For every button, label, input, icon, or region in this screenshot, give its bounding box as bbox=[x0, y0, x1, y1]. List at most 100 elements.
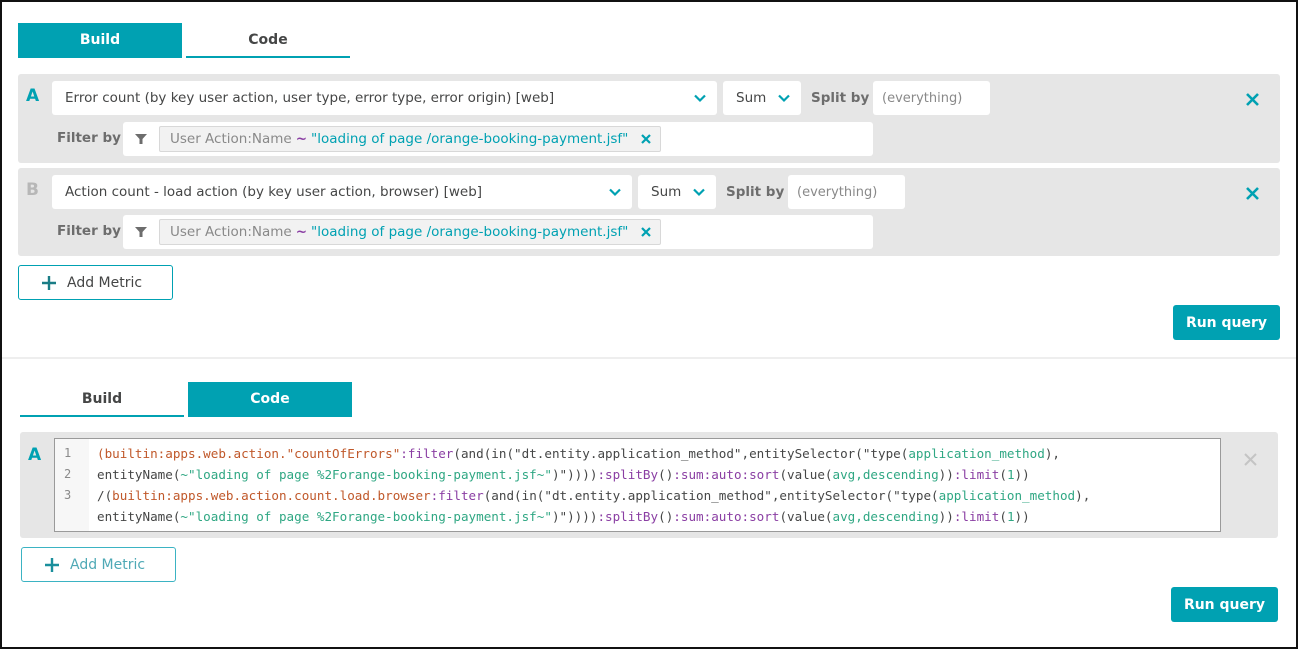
filter-value: "loading of page /orange-booking-payment… bbox=[311, 224, 629, 240]
code-token: entityName( bbox=[97, 509, 181, 524]
code-token: )) bbox=[938, 509, 954, 524]
code-token: :sum:auto:sort bbox=[673, 467, 780, 482]
code-token: ( bbox=[999, 467, 1007, 482]
add-metric-button[interactable]: Add Metric bbox=[18, 265, 173, 300]
split-by-placeholder: (everything) bbox=[797, 184, 878, 200]
code-text: entityName(~"loading of page %2Forange-b… bbox=[97, 506, 1030, 527]
metric-select[interactable]: Error count (by key user action, user ty… bbox=[52, 81, 717, 115]
aggregation-value: Sum bbox=[736, 90, 767, 106]
close-icon[interactable] bbox=[1245, 92, 1260, 107]
chevron-down-icon bbox=[778, 94, 790, 103]
code-token: )")))) bbox=[551, 509, 598, 524]
filter-by-label: Filter by bbox=[57, 130, 121, 146]
split-by-input[interactable]: (everything) bbox=[788, 175, 905, 209]
aggregation-select[interactable]: Sum bbox=[638, 175, 716, 209]
code-token: ( bbox=[999, 509, 1007, 524]
chevron-down-icon bbox=[694, 94, 706, 103]
code-token: (and(in("dt.entity.application_method",e… bbox=[453, 446, 909, 461]
code-token: ( bbox=[97, 446, 105, 461]
code-token: :limit bbox=[953, 467, 1000, 482]
code-token: (value( bbox=[779, 467, 833, 482]
code-token: () bbox=[658, 467, 674, 482]
filter-icon bbox=[135, 227, 147, 237]
code-token: :splitBy bbox=[597, 467, 659, 482]
tab-build[interactable]: Build bbox=[18, 23, 182, 58]
close-icon[interactable] bbox=[640, 226, 652, 238]
code-token: application_method bbox=[908, 446, 1045, 461]
metric-row-a: A Error count (by key user action, user … bbox=[18, 74, 1280, 163]
split-by-label: Split by bbox=[811, 90, 870, 106]
filter-chip[interactable]: User Action:Name ~ "loading of page /ora… bbox=[159, 126, 662, 152]
bottom-tab-bar: Build Code bbox=[20, 382, 352, 417]
line-number: 1 bbox=[64, 446, 72, 460]
code-token: (value( bbox=[779, 509, 833, 524]
filter-key: User Action:Name bbox=[170, 224, 292, 240]
metric-select[interactable]: Action count - load action (by key user … bbox=[52, 175, 632, 209]
code-token: :limit bbox=[953, 509, 1000, 524]
filter-input[interactable]: User Action:Name ~ "loading of page /ora… bbox=[123, 122, 873, 156]
plus-icon bbox=[45, 557, 59, 572]
code-token: avg,descending bbox=[832, 467, 939, 482]
filter-icon bbox=[135, 134, 147, 144]
plus-icon bbox=[42, 275, 56, 290]
line-number: 3 bbox=[64, 488, 72, 502]
code-token: builtin:apps.web.action.count.load.brows… bbox=[112, 488, 431, 503]
code-token: ), bbox=[1075, 488, 1091, 503]
code-editor[interactable]: 1 (builtin:apps.web.action."countOfErrors… bbox=[54, 438, 1221, 532]
chevron-down-icon bbox=[693, 188, 705, 197]
metric-select-value: Action count - load action (by key user … bbox=[65, 184, 483, 200]
code-token: avg,descending bbox=[832, 509, 939, 524]
code-token: :splitBy bbox=[597, 509, 659, 524]
code-token: )) bbox=[1014, 467, 1030, 482]
code-token: filter bbox=[407, 446, 454, 461]
code-text: (builtin:apps.web.action."countOfErrors"… bbox=[97, 443, 1060, 464]
metric-select-value: Error count (by key user action, user ty… bbox=[65, 90, 555, 106]
filter-key: User Action:Name bbox=[170, 131, 292, 147]
top-tab-bar: Build Code bbox=[18, 23, 350, 58]
code-token: entityName( bbox=[97, 467, 181, 482]
code-token: )")))) bbox=[551, 467, 598, 482]
tab-build[interactable]: Build bbox=[20, 382, 184, 417]
code-token: application_method bbox=[938, 488, 1076, 503]
code-token: builtin:apps.web.action."countOfErrors" bbox=[104, 446, 401, 461]
code-token: ~"loading of page %2Forange-booking-paym… bbox=[180, 467, 552, 482]
close-icon[interactable] bbox=[640, 133, 652, 145]
code-token: 1 bbox=[1006, 467, 1015, 482]
code-token: (and(in("dt.entity.application_method",e… bbox=[483, 488, 939, 503]
code-token: /( bbox=[97, 488, 113, 503]
code-text: /(builtin:apps.web.action.count.load.bro… bbox=[97, 485, 1090, 506]
split-by-input[interactable]: (everything) bbox=[873, 81, 990, 115]
filter-operator: ~ bbox=[295, 131, 308, 147]
metric-row-b: B Action count - load action (by key use… bbox=[18, 168, 1280, 256]
split-by-placeholder: (everything) bbox=[882, 90, 963, 106]
metric-letter: A bbox=[26, 86, 40, 106]
code-text: entityName(~"loading of page %2Forange-b… bbox=[97, 464, 1030, 485]
code-token: ), bbox=[1044, 446, 1060, 461]
filter-chip[interactable]: User Action:Name ~ "loading of page /ora… bbox=[159, 219, 662, 245]
aggregation-select[interactable]: Sum bbox=[723, 81, 801, 115]
tab-code[interactable]: Code bbox=[186, 23, 350, 58]
code-metric-row: A 1 (builtin:apps.web.action."countOfErro… bbox=[20, 432, 1278, 538]
filter-operator: ~ bbox=[295, 224, 308, 240]
chevron-down-icon bbox=[609, 188, 621, 197]
filter-input[interactable]: User Action:Name ~ "loading of page /ora… bbox=[123, 215, 873, 249]
add-metric-button[interactable]: Add Metric bbox=[21, 547, 176, 582]
tab-code[interactable]: Code bbox=[188, 382, 352, 417]
run-query-button[interactable]: Run query bbox=[1171, 587, 1278, 622]
code-token: )) bbox=[1014, 509, 1030, 524]
code-token: () bbox=[658, 509, 674, 524]
section-divider bbox=[2, 357, 1296, 359]
line-number: 2 bbox=[64, 467, 72, 481]
close-icon[interactable] bbox=[1243, 452, 1258, 467]
code-token: 1 bbox=[1006, 509, 1015, 524]
run-query-button[interactable]: Run query bbox=[1173, 305, 1280, 340]
metric-letter: A bbox=[28, 445, 42, 465]
close-icon[interactable] bbox=[1245, 186, 1260, 201]
code-token: :filter bbox=[430, 488, 484, 503]
code-token: ~"loading of page %2Forange-booking-paym… bbox=[180, 509, 552, 524]
code-token: :sum:auto:sort bbox=[673, 509, 780, 524]
split-by-label: Split by bbox=[726, 184, 785, 200]
filter-by-label: Filter by bbox=[57, 223, 121, 239]
add-metric-label: Add Metric bbox=[67, 274, 143, 291]
add-metric-label: Add Metric bbox=[70, 556, 146, 573]
